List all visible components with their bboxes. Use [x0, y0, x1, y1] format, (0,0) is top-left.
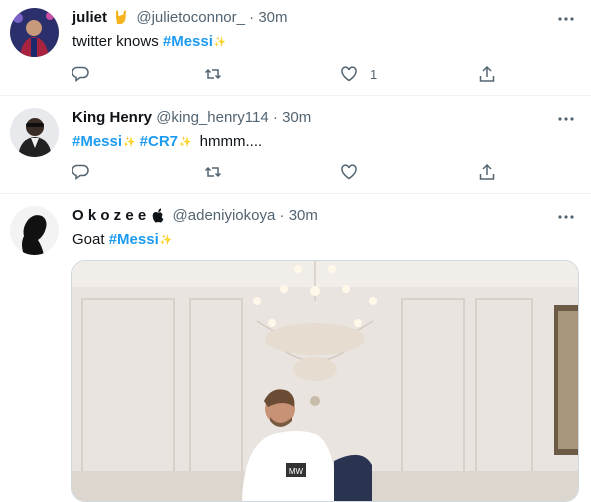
tweet[interactable]: King Henry @king_henry114 · 30m #Messi✨ …: [0, 96, 591, 194]
reply-icon: [72, 66, 89, 82]
separator-dot: ·: [279, 207, 285, 224]
more-options-icon[interactable]: [557, 208, 575, 226]
tweet-text-prefix: Goat: [72, 231, 105, 248]
hashtag-link[interactable]: #Messi: [109, 231, 159, 248]
share-icon: [479, 65, 495, 82]
user-handle[interactable]: @king_henry114: [156, 109, 269, 126]
more-options-icon[interactable]: [557, 10, 575, 28]
hashtag-emoji-icon: ✨: [123, 137, 136, 148]
display-name[interactable]: juliet: [72, 9, 107, 26]
tweet-image[interactable]: MW: [71, 260, 579, 502]
share-button[interactable]: [478, 162, 496, 182]
apple-logo-icon: [152, 208, 165, 229]
timestamp[interactable]: 30m: [282, 109, 311, 126]
tweet-text-prefix: twitter knows: [72, 33, 159, 50]
tweet-header: juliet @julietoconnor_ · 30m: [72, 8, 551, 31]
timestamp[interactable]: 30m: [258, 9, 287, 26]
timestamp[interactable]: 30m: [289, 207, 318, 224]
retweet-button[interactable]: [204, 64, 222, 84]
tweet[interactable]: O k o z e e @adeniyiokoya · 30m Goat #Me…: [0, 194, 591, 502]
like-button[interactable]: [340, 162, 358, 182]
timeline-feed: juliet @julietoconnor_ · 30m twitter kno…: [0, 0, 591, 502]
hashtag-link[interactable]: #CR7: [140, 133, 178, 150]
reply-button[interactable]: [72, 64, 90, 84]
tweet-header: King Henry @king_henry114 · 30m: [72, 108, 551, 128]
tweet-actions: [72, 162, 502, 182]
like-button[interactable]: 1: [340, 64, 377, 84]
tweet-header: O k o z e e @adeniyiokoya · 30m: [72, 206, 551, 229]
tweet[interactable]: juliet @julietoconnor_ · 30m twitter kno…: [0, 0, 591, 96]
rock-hand-emoji-icon: [113, 9, 129, 31]
retweet-icon: [204, 68, 222, 80]
separator-dot: ·: [249, 9, 255, 26]
heart-icon: [341, 164, 357, 180]
tweet-text: #Messi✨ #CR7✨ hmmm....: [72, 132, 571, 153]
hashtag-emoji-icon: ✨: [179, 137, 192, 148]
user-handle[interactable]: @julietoconnor_: [136, 9, 245, 26]
hashtag-emoji-icon: ✨: [213, 37, 227, 48]
avatar[interactable]: [10, 8, 59, 57]
image-shirt-text: MW: [289, 467, 304, 476]
separator-dot: ·: [272, 109, 278, 126]
tweet-text: Goat #Messi✨: [72, 230, 571, 251]
like-count: 1: [370, 66, 378, 82]
user-handle[interactable]: @adeniyiokoya: [173, 207, 276, 224]
avatar[interactable]: [10, 108, 59, 157]
hashtag-link[interactable]: #Messi: [72, 133, 122, 150]
retweet-button[interactable]: [204, 162, 222, 182]
tweet-actions: 1: [72, 64, 502, 84]
tweet-text: twitter knows #Messi✨: [72, 32, 571, 53]
share-button[interactable]: [478, 64, 496, 84]
retweet-icon: [204, 166, 222, 178]
tweet-text-suffix: hmmm....: [199, 133, 263, 150]
share-icon: [479, 163, 495, 180]
display-name[interactable]: King Henry: [72, 109, 152, 126]
reply-button[interactable]: [72, 162, 90, 182]
avatar[interactable]: [10, 206, 59, 255]
display-name[interactable]: O k o z e e: [72, 207, 146, 224]
more-options-icon[interactable]: [557, 110, 575, 128]
reply-icon: [72, 164, 89, 180]
hashtag-link[interactable]: #Messi: [163, 33, 213, 50]
heart-icon: [341, 66, 357, 82]
hashtag-emoji-icon: ✨: [159, 235, 173, 246]
